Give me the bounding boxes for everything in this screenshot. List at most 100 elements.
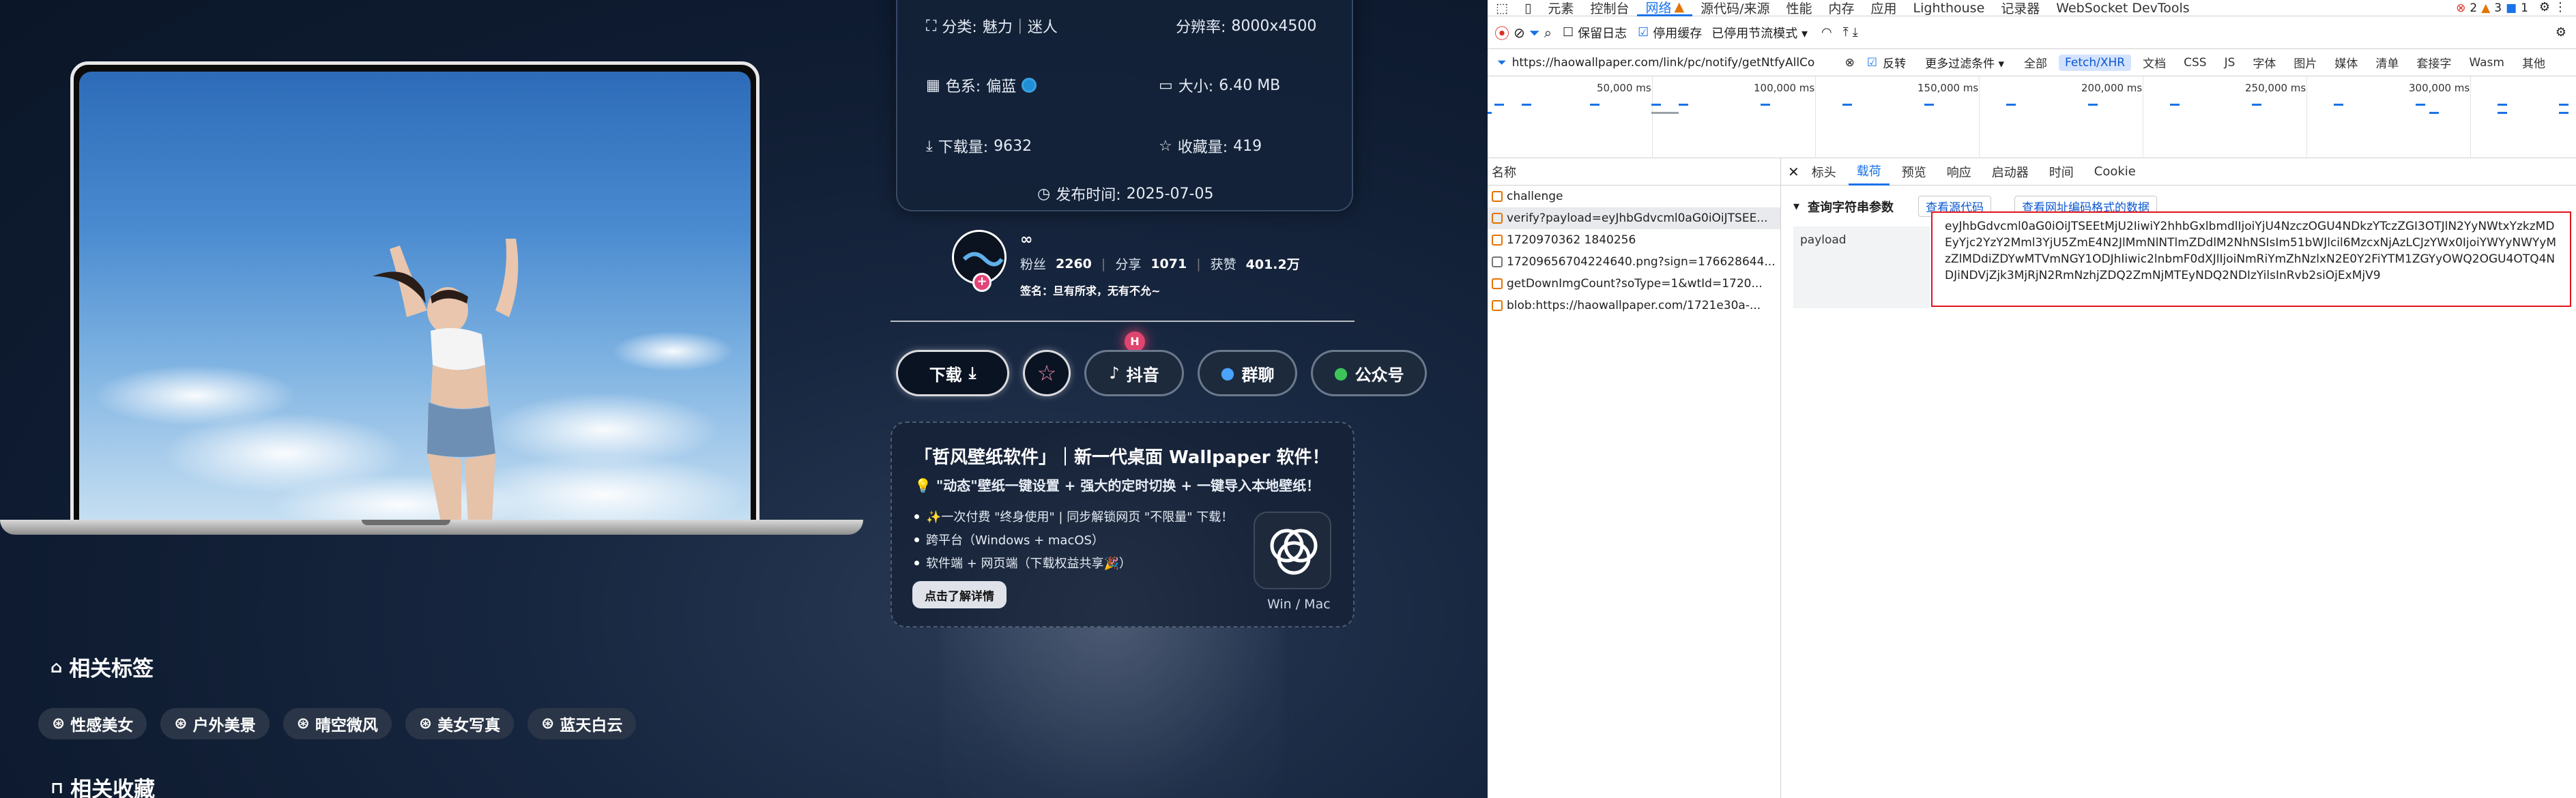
favorite-button[interactable]: ☆ bbox=[1023, 350, 1071, 396]
network-settings-icon[interactable]: ⚙ bbox=[2556, 25, 2566, 40]
category-value[interactable]: 魅力｜迷人 bbox=[983, 15, 1058, 37]
request-name: blob:https://haowallpaper.com/1721e30a-.… bbox=[1507, 299, 1761, 312]
type-chip-socket[interactable]: 套接字 bbox=[2410, 53, 2457, 72]
tag-icon: ⌂ bbox=[50, 657, 63, 677]
tab-timing[interactable]: 时间 bbox=[2041, 158, 2082, 186]
param-value[interactable]: eyJhbGdvcml0aG0iOiJTSEEtMjU2IiwiY2hhbGxl… bbox=[1931, 211, 2571, 307]
request-row[interactable]: 17209656704224640.png?sign=176628644... bbox=[1488, 251, 1780, 273]
download-button[interactable]: 下载 ⤓ bbox=[896, 350, 1009, 396]
close-icon[interactable]: ✕ bbox=[1788, 164, 1799, 180]
request-row[interactable]: 1720970362 1840256 bbox=[1488, 229, 1780, 251]
more-menu-icon[interactable]: ⋮ bbox=[2554, 0, 2566, 14]
type-chip-font[interactable]: 字体 bbox=[2246, 53, 2282, 72]
inspect-icon[interactable]: ⬚ bbox=[1488, 0, 1516, 16]
type-chip-manifest[interactable]: 清单 bbox=[2369, 53, 2405, 72]
size-row: ▭ 大小: 6.40 MB bbox=[1159, 74, 1280, 96]
type-chip-media[interactable]: 媒体 bbox=[2328, 53, 2364, 72]
tag-chip[interactable]: ⊛ 性感美女 bbox=[38, 708, 147, 739]
bookmark-icon: ⊓ bbox=[50, 778, 64, 797]
tab-preview[interactable]: 预览 bbox=[1894, 158, 1935, 186]
tab-performance[interactable]: 性能 bbox=[1778, 0, 1821, 16]
clear-filter-icon[interactable]: ⊗ bbox=[1845, 56, 1855, 70]
request-row[interactable]: getDownImgCount?soType=1&wtId=1720... bbox=[1488, 273, 1780, 295]
device-toggle-icon[interactable]: ▯ bbox=[1516, 0, 1539, 16]
collapse-triangle-icon: ▾ bbox=[1793, 199, 1800, 213]
download-har-icon[interactable]: ⤓ bbox=[1853, 25, 1858, 40]
tab-memory[interactable]: 内存 bbox=[1821, 0, 1863, 16]
more-filters-dropdown[interactable]: 更多过滤条件 ▾ bbox=[1925, 54, 2004, 71]
tab-websocket[interactable]: WebSocket DevTools bbox=[2048, 0, 2197, 16]
throttle-select[interactable]: 已停用节流模式 ▾ bbox=[1711, 24, 1808, 42]
group-label: 群聊 bbox=[1241, 365, 1275, 385]
disable-cache-checkbox[interactable]: ☑ bbox=[1638, 25, 1649, 40]
promo-feature: 软件端 + 网页端（下载权益共享🎉） bbox=[914, 551, 1233, 574]
type-chip-wasm[interactable]: Wasm bbox=[2463, 55, 2510, 71]
category-row: ⛶ 分类: 魅力｜迷人 bbox=[926, 15, 1058, 37]
likes-value: 401.2万 bbox=[1245, 257, 1300, 272]
tab-sources[interactable]: 源代码/来源 bbox=[1692, 0, 1778, 16]
preserve-log-checkbox[interactable]: ☐ bbox=[1563, 25, 1574, 40]
category-label: 分类: bbox=[942, 19, 977, 36]
tab-elements[interactable]: 元素 bbox=[1539, 0, 1582, 16]
tag-chip[interactable]: ⊛ 蓝天白云 bbox=[527, 708, 637, 739]
tab-console[interactable]: 控制台 bbox=[1582, 0, 1637, 16]
type-chip-img[interactable]: 图片 bbox=[2287, 53, 2323, 72]
app-logo[interactable] bbox=[1254, 512, 1331, 589]
douyin-button[interactable]: ♪ 抖音 bbox=[1084, 350, 1184, 396]
request-row[interactable]: blob:https://haowallpaper.com/1721e30a-.… bbox=[1488, 295, 1780, 316]
tab-network[interactable]: 网络 ▲ bbox=[1637, 0, 1693, 16]
color-label: 色系: bbox=[945, 78, 981, 95]
color-swatch[interactable] bbox=[1022, 78, 1037, 93]
promo-feature: 跨平台（Windows + macOS） bbox=[914, 528, 1233, 551]
tab-application[interactable]: 应用 bbox=[1863, 0, 1905, 16]
wallpaper-preview[interactable] bbox=[79, 72, 751, 522]
clear-icon[interactable]: ⊘ bbox=[1514, 25, 1525, 41]
upload-icon[interactable]: ⤒ bbox=[1843, 25, 1849, 40]
timeline-tick: 200,000 ms bbox=[2081, 82, 2143, 94]
url-filter-input[interactable]: https://haowallpaper.com/link/pc/notify/… bbox=[1512, 56, 1840, 70]
type-chip-doc[interactable]: 文档 bbox=[2137, 53, 2172, 72]
type-chip-other[interactable]: 其他 bbox=[2516, 53, 2551, 72]
record-icon[interactable]: ⦿ bbox=[1494, 22, 1509, 44]
tab-recorder[interactable]: 记录器 bbox=[1993, 0, 2048, 16]
tab-payload[interactable]: 载荷 bbox=[1848, 158, 1890, 186]
name-column-header[interactable]: 名称 bbox=[1488, 158, 1780, 186]
follow-badge[interactable]: + bbox=[972, 273, 992, 292]
filter-icon[interactable]: ⏷ bbox=[1529, 25, 1540, 41]
author-signature: 签名：旦有所求，无有不允~ bbox=[1020, 284, 1161, 297]
tag-chip[interactable]: ⊛ 晴空微风 bbox=[283, 708, 392, 739]
tab-response[interactable]: 响应 bbox=[1939, 158, 1980, 186]
tab-lighthouse[interactable]: Lighthouse bbox=[1905, 0, 1993, 16]
author-name[interactable]: ∞ bbox=[1020, 231, 1032, 248]
tab-network-label: 网络 bbox=[1645, 0, 1672, 16]
settings-gear-icon[interactable]: ⚙ bbox=[2539, 0, 2550, 14]
type-chip-css[interactable]: CSS bbox=[2177, 55, 2212, 71]
timeline-tick: 150,000 ms bbox=[1917, 82, 1979, 94]
tab-headers[interactable]: 标头 bbox=[1804, 158, 1844, 186]
more-filters-label: 更多过滤条件 bbox=[1925, 57, 1995, 71]
tab-initiator[interactable]: 启动器 bbox=[1984, 158, 2037, 186]
info-count: 1 bbox=[2521, 1, 2528, 15]
request-row-selected[interactable]: verify?payload=eyJhbGdvcml0aG0iOiJTSEE..… bbox=[1488, 207, 1780, 229]
xhr-icon bbox=[1492, 235, 1503, 246]
invert-checkbox[interactable]: ☑ bbox=[1867, 56, 1877, 70]
tab-cookies[interactable]: Cookie bbox=[2086, 158, 2144, 186]
request-row[interactable]: challenge bbox=[1488, 186, 1780, 207]
search-icon[interactable]: ⌕ bbox=[1544, 25, 1552, 41]
group-chat-button[interactable]: ● 群聊 bbox=[1198, 350, 1297, 396]
learn-more-button[interactable]: 点击了解详情 bbox=[912, 581, 1007, 608]
network-timeline[interactable]: 50,000 ms 100,000 ms 150,000 ms 200,000 … bbox=[1488, 76, 2576, 158]
issue-counters[interactable]: ⊗ 2 ▲ 3 ■ 1 bbox=[2456, 0, 2528, 16]
type-chip-all[interactable]: 全部 bbox=[2018, 53, 2053, 72]
xhr-icon bbox=[1492, 213, 1503, 224]
wifi-icon[interactable]: ◠ bbox=[1821, 25, 1832, 40]
type-chip-fetch-xhr[interactable]: Fetch/XHR bbox=[2059, 54, 2132, 71]
laptop-frame bbox=[70, 61, 759, 525]
color-row: ▦ 色系: 偏蓝 bbox=[926, 74, 1037, 96]
wechat-button[interactable]: ● 公众号 bbox=[1311, 350, 1427, 396]
tag-chip[interactable]: ⊛ 户外美景 bbox=[160, 708, 270, 739]
tag-chip[interactable]: ⊛ 美女写真 bbox=[405, 708, 515, 739]
app-root: ⛶ 分类: 魅力｜迷人 分辨率: 8000x4500 ▦ 色系: 偏蓝 ▭ 大小… bbox=[0, 0, 2576, 798]
type-chip-js[interactable]: JS bbox=[2218, 55, 2242, 71]
wechat-icon: ● bbox=[1333, 364, 1348, 383]
